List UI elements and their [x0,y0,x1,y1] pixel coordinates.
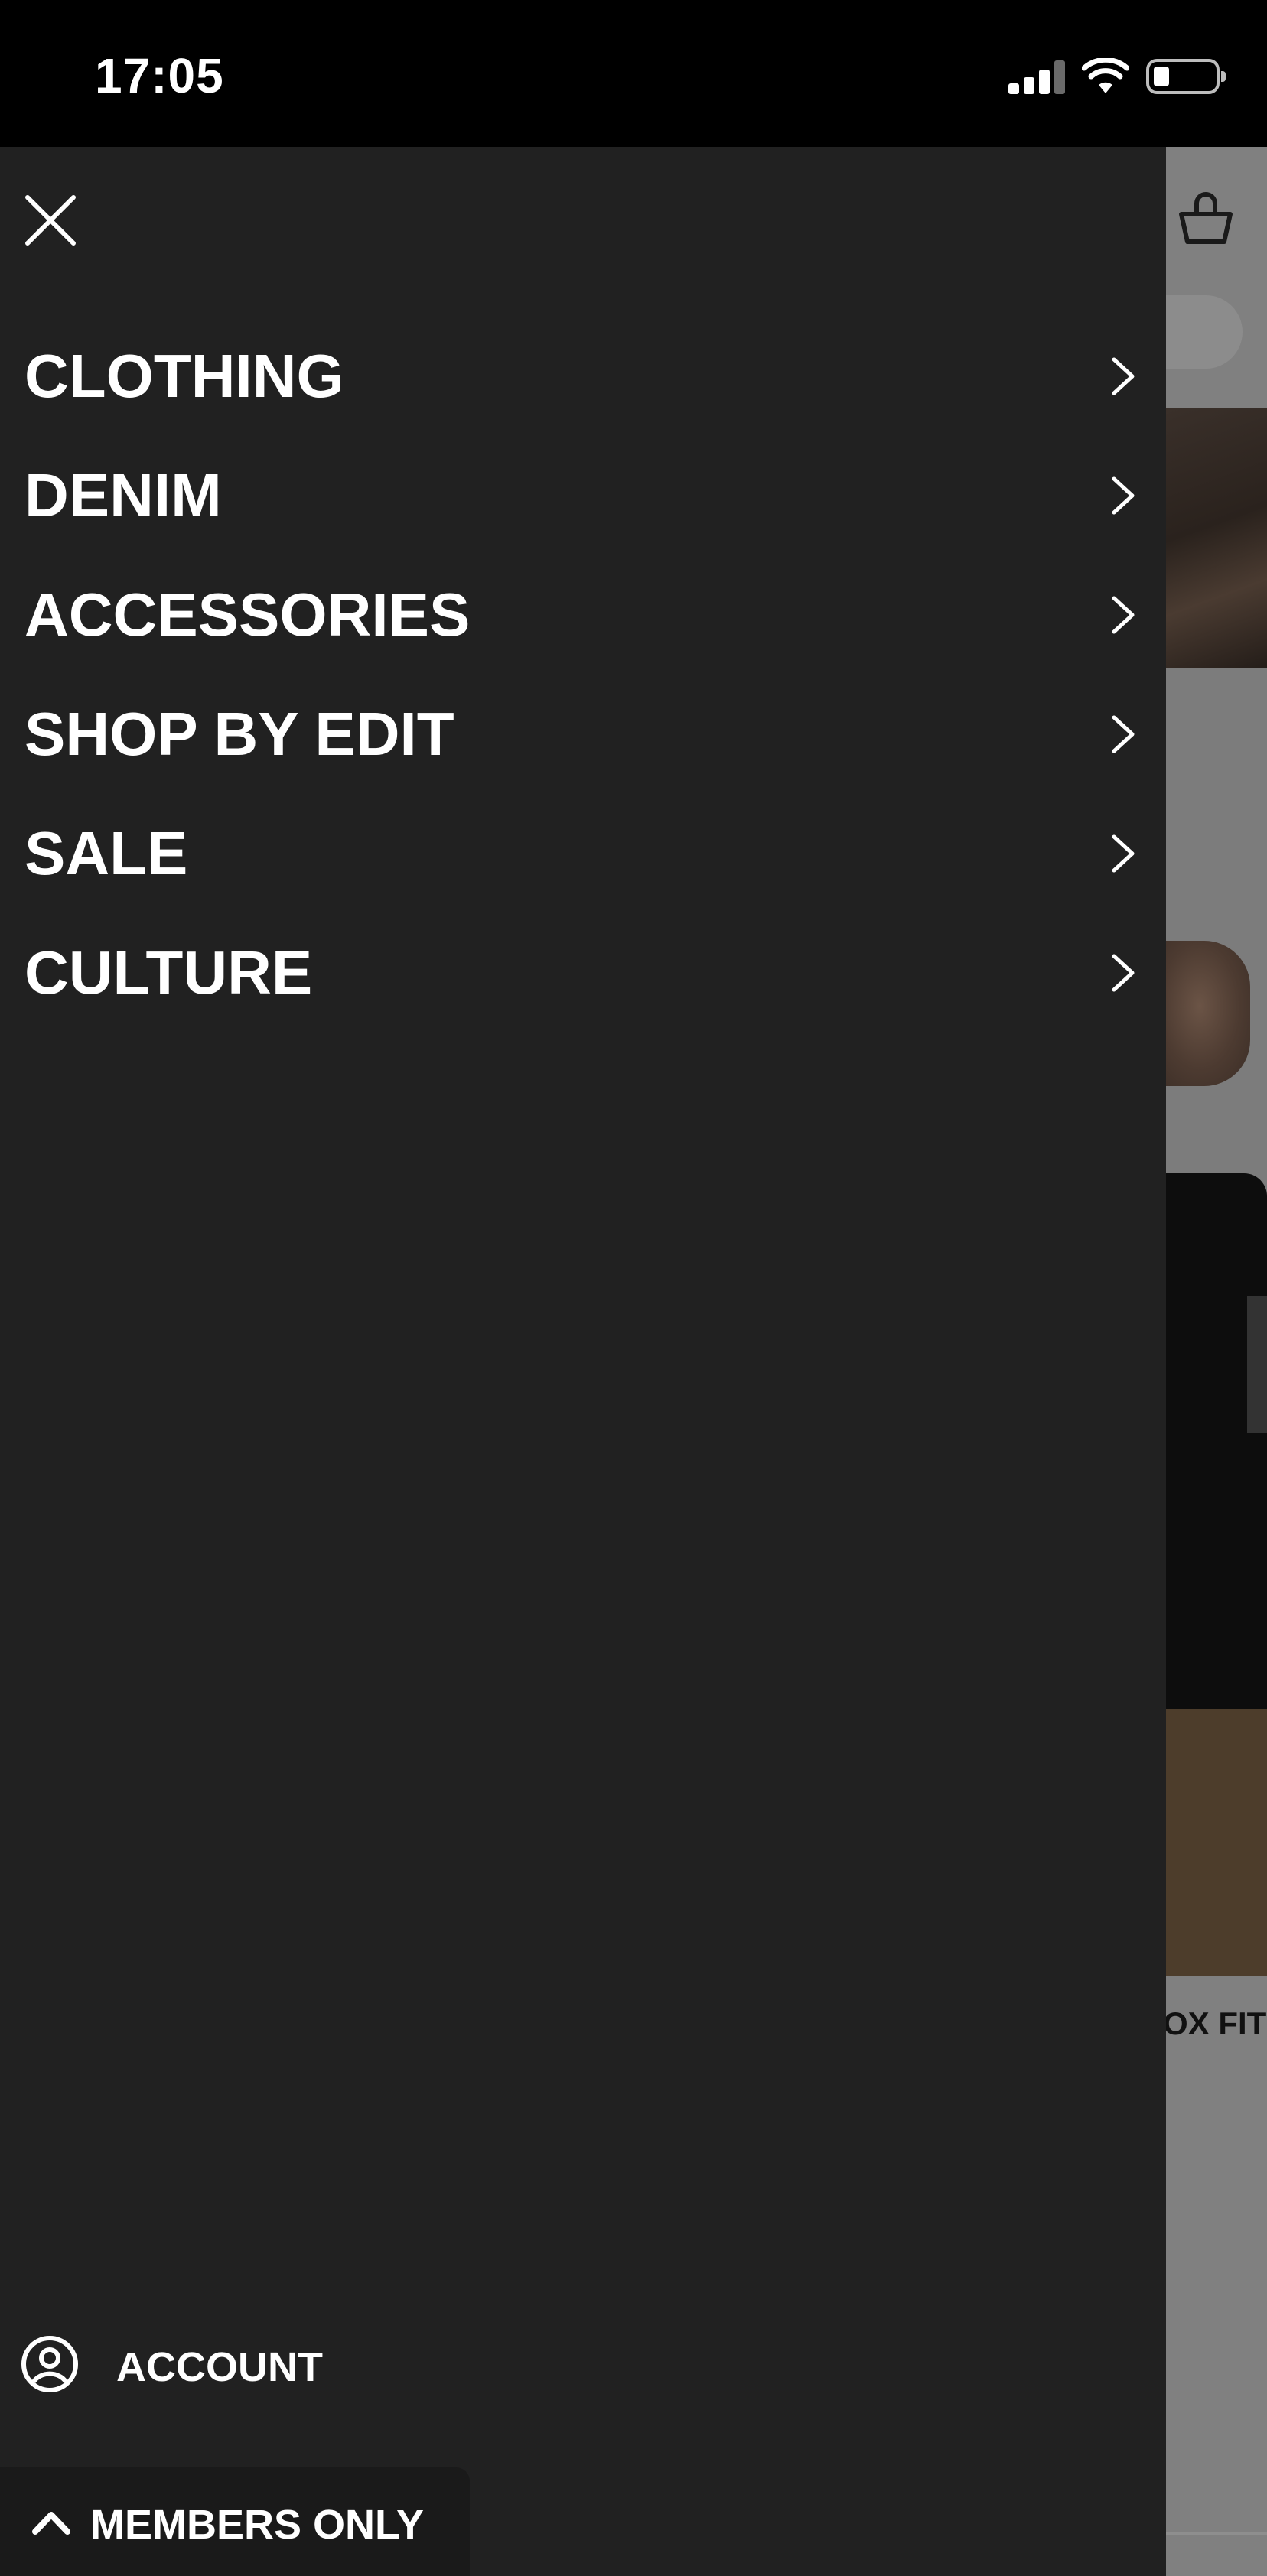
menu-item-accessories[interactable]: ACCESSORIES [0,555,1166,675]
chevron-right-icon [1112,715,1135,753]
menu-item-label: CULTURE [24,938,313,1007]
screen: 17:05 OX FIT CLOTHING DENIM ACCESSORIES … [0,0,1267,2576]
menu-item-clothing[interactable]: CLOTHING [0,317,1166,436]
chevron-up-icon [32,2512,70,2535]
menu-item-label: SHOP BY EDIT [24,700,454,768]
battery-icon [1146,59,1226,94]
account-link[interactable]: ACCOUNT [0,2319,612,2403]
signal-icon [1008,59,1065,94]
menu-item-label: ACCESSORIES [24,581,471,649]
menu-item-culture[interactable]: CULTURE [0,913,1166,1033]
members-only-label: MEMBERS ONLY [90,2502,425,2548]
chevron-right-icon [1112,476,1135,515]
account-label: ACCOUNT [116,2344,323,2390]
menu-item-label: SALE [24,819,188,887]
menu-item-shop-by-edit[interactable]: SHOP BY EDIT [0,675,1166,794]
chevron-right-icon [1112,954,1135,992]
menu-list: CLOTHING DENIM ACCESSORIES SHOP BY EDIT [0,317,1166,1033]
menu-item-sale[interactable]: SALE [0,794,1166,913]
status-bar: 17:05 [0,0,1267,147]
close-icon[interactable] [20,190,81,251]
navigation-drawer: CLOTHING DENIM ACCESSORIES SHOP BY EDIT [0,147,1166,2576]
background-product-caption: OX FIT [1163,2005,1267,2041]
menu-item-denim[interactable]: DENIM [0,436,1166,555]
status-icons [1008,55,1226,98]
menu-item-label: DENIM [24,461,222,529]
chevron-right-icon [1112,834,1135,873]
wifi-icon [1082,58,1129,93]
background-product-image [1166,668,1267,1976]
background-banner-image [1166,408,1267,668]
chevron-right-icon [1112,357,1135,395]
chevron-right-icon [1112,596,1135,634]
background-divider [1166,2532,1267,2535]
account-icon [21,2336,78,2392]
menu-item-label: CLOTHING [24,342,344,410]
status-time: 17:05 [95,48,224,103]
background-search-pill [1166,295,1243,369]
members-only-button[interactable]: MEMBERS ONLY [0,2467,470,2576]
basket-icon[interactable] [1175,187,1236,248]
